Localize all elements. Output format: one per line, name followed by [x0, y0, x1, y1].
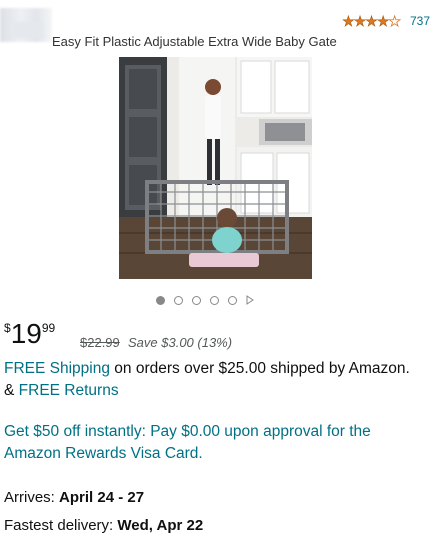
gallery-dots: [156, 295, 254, 305]
star-icon: ★: [342, 13, 355, 29]
brand-logo-blurred: [0, 8, 52, 42]
free-shipping-link[interactable]: FREE Shipping: [4, 360, 110, 377]
star-rating: ★ ★ ★ ★ ★: [342, 13, 401, 29]
gallery-dot[interactable]: [192, 295, 201, 305]
gallery-dot[interactable]: [174, 295, 183, 305]
fastest-value: Wed, Apr 22: [117, 517, 204, 534]
star-empty-icon: ★: [388, 13, 401, 29]
savings-text: Save $3.00 (13%): [128, 335, 233, 350]
arrival-estimate: Arrives: April 24 - 27: [4, 489, 144, 506]
arrives-value: April 24 - 27: [59, 489, 145, 506]
fastest-label: Fastest delivery:: [4, 517, 118, 534]
fastest-delivery: Fastest delivery: Wed, Apr 22: [4, 517, 203, 534]
product-image[interactable]: [119, 57, 312, 279]
shipping-info: FREE Shipping on orders over $25.00 ship…: [4, 358, 424, 402]
rewards-card-promo-link[interactable]: Get $50 off instantly: Pay $0.00 upon ap…: [4, 421, 424, 465]
list-price: $22.99: [80, 335, 120, 350]
rating-summary[interactable]: ★ ★ ★ ★ ★ 737: [342, 13, 430, 29]
price-currency: $: [4, 321, 11, 335]
product-title[interactable]: Easy Fit Plastic Adjustable Extra Wide B…: [52, 34, 337, 49]
star-icon: ★: [353, 13, 366, 29]
gallery-dot[interactable]: [210, 295, 219, 305]
rating-count-link[interactable]: 737: [410, 14, 430, 28]
price-fraction: 99: [41, 321, 56, 335]
gallery-dot[interactable]: [228, 295, 237, 305]
gallery-dot-active[interactable]: [156, 295, 165, 305]
star-icon: ★: [376, 13, 390, 29]
price-whole: 19: [10, 318, 42, 349]
arrives-label: Arrives:: [4, 489, 60, 506]
star-icon: ★: [365, 13, 378, 29]
free-returns-link[interactable]: FREE Returns: [19, 382, 119, 399]
video-play-icon[interactable]: [246, 295, 254, 305]
price: $ 19 99: [4, 318, 55, 350]
